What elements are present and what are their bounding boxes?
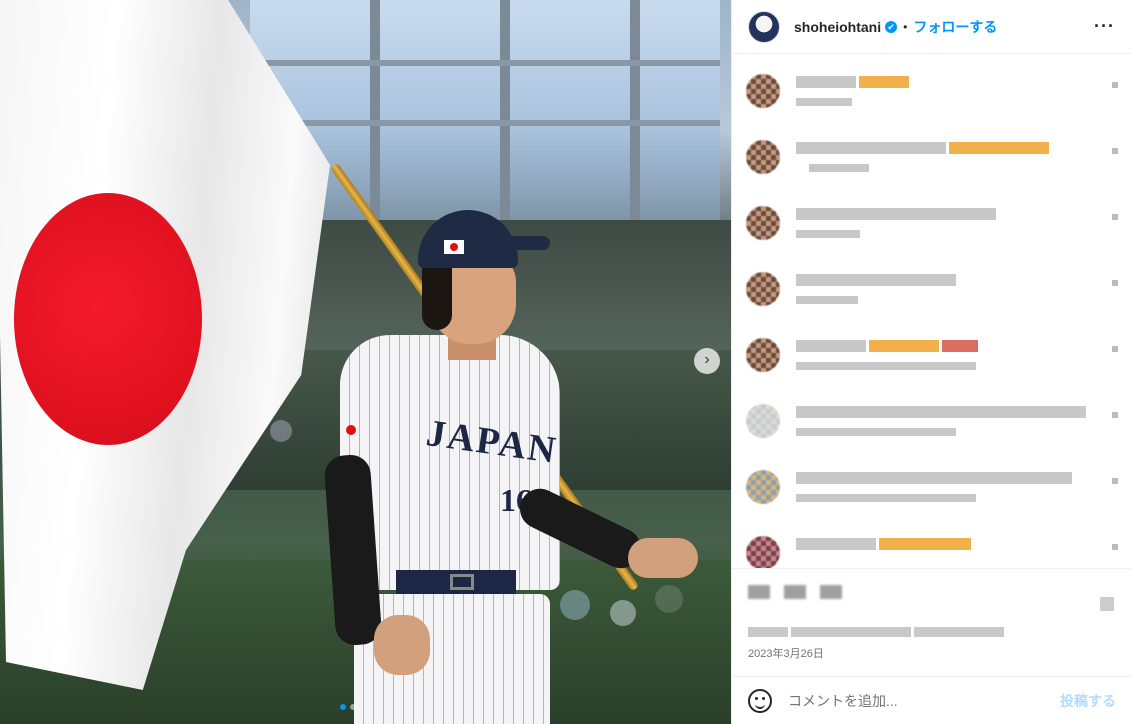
comment-like-icon[interactable] <box>1112 82 1118 88</box>
carousel-indicator <box>340 704 356 710</box>
commenter-avatar[interactable] <box>746 404 780 438</box>
comment-item <box>746 328 1118 384</box>
comment-like-icon[interactable] <box>1112 478 1118 484</box>
player-left-hand <box>374 615 430 675</box>
comment-item <box>746 196 1118 252</box>
player-right-hand <box>628 538 698 578</box>
follow-button[interactable]: フォローする <box>913 17 997 37</box>
commenter-avatar[interactable] <box>746 140 780 174</box>
share-icon[interactable] <box>820 585 842 599</box>
comment-item <box>746 394 1118 450</box>
comment-like-icon[interactable] <box>1112 214 1118 220</box>
commenter-avatar[interactable] <box>746 536 780 568</box>
cap-flag-logo <box>444 240 464 254</box>
comment-composer: 投稿する <box>732 676 1131 724</box>
next-image-button[interactable]: › <box>694 348 720 374</box>
comment-item <box>746 262 1118 318</box>
comment-item <box>746 64 1118 120</box>
author-username[interactable]: shoheiohtani <box>794 19 881 35</box>
post-date[interactable]: 2023年3月26日 <box>748 645 824 661</box>
baseball-player: JAPAN 16 <box>323 210 698 724</box>
chevron-right-icon: › <box>704 351 710 368</box>
comment-item <box>746 130 1118 186</box>
comments-list[interactable] <box>732 54 1131 568</box>
action-icons-row <box>748 585 842 599</box>
comment-like-icon[interactable] <box>1112 148 1118 154</box>
bookmark-icon[interactable] <box>1100 597 1114 611</box>
belt-buckle <box>450 574 474 590</box>
carousel-dot <box>340 704 346 710</box>
commenter-avatar[interactable] <box>746 74 780 108</box>
jersey-flag-patch <box>346 425 356 435</box>
comment-like-icon[interactable] <box>1112 346 1118 352</box>
comment-like-icon[interactable] <box>1112 280 1118 286</box>
post-comment-button[interactable]: 投稿する <box>1060 691 1116 711</box>
commenter-avatar[interactable] <box>746 272 780 306</box>
post-photo: JAPAN 16 › <box>0 0 731 724</box>
like-icon[interactable] <box>748 585 770 599</box>
verified-badge-icon: ✔ <box>885 20 898 33</box>
comment-input[interactable] <box>788 692 1060 709</box>
post-side-panel: shoheiohtani ✔ • フォローする ··· 2023年3月26日 コ… <box>731 0 1131 724</box>
header-separator: • <box>903 19 908 34</box>
comment-icon[interactable] <box>784 585 806 599</box>
more-options-icon[interactable]: ··· <box>1094 16 1115 37</box>
comment-item <box>746 526 1118 568</box>
comment-item <box>746 460 1118 516</box>
carousel-dot <box>350 704 356 710</box>
emoji-icon[interactable] <box>748 688 772 713</box>
commenter-avatar[interactable] <box>746 470 780 504</box>
post-header: shoheiohtani ✔ • フォローする ··· <box>732 0 1131 54</box>
comment-like-icon[interactable] <box>1112 544 1118 550</box>
author-avatar[interactable] <box>748 10 780 43</box>
post-actions: 2023年3月26日 <box>732 568 1131 688</box>
likes-count[interactable] <box>748 627 1004 637</box>
commenter-avatar[interactable] <box>746 338 780 372</box>
cap-brim <box>498 236 550 250</box>
flag-red-circle <box>14 193 202 445</box>
commenter-avatar[interactable] <box>746 206 780 240</box>
comment-like-icon[interactable] <box>1112 412 1118 418</box>
